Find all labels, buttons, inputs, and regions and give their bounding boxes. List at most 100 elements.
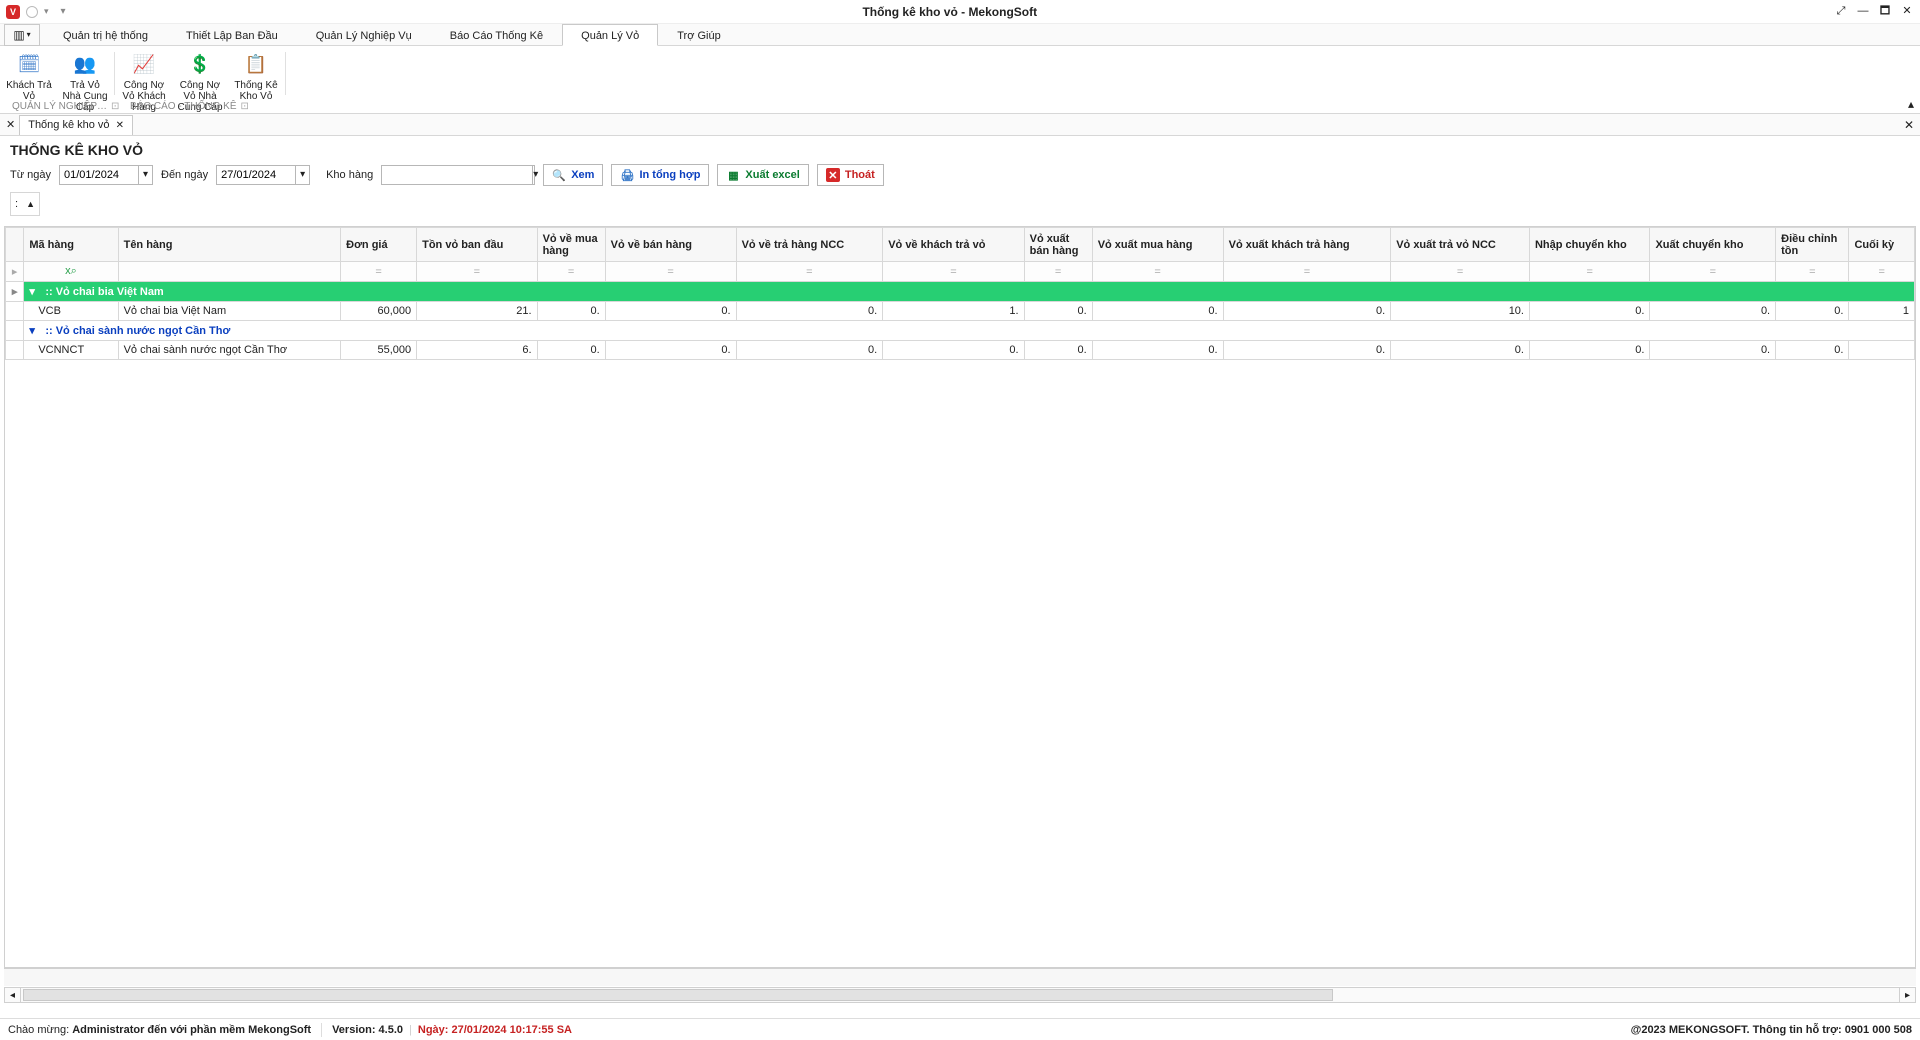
data-grid[interactable]: Mã hàng Tên hàng Đơn giá Tồn vỏ ban đầu …	[4, 226, 1916, 968]
cell[interactable]: 0.	[1776, 341, 1849, 360]
filter-cell[interactable]: =	[1024, 262, 1092, 282]
scroll-right-icon[interactable]: ▸	[1899, 988, 1915, 1002]
cell[interactable]: 0.	[537, 341, 605, 360]
menu-file-button[interactable]: ▥ ▾	[4, 24, 40, 46]
cell[interactable]: 0.	[1650, 341, 1776, 360]
filter-cell[interactable]: =	[605, 262, 736, 282]
group-expander-icon[interactable]: ▾	[29, 324, 39, 337]
grid-group-row[interactable]: ▾:: Vỏ chai sành nước ngọt Cần Thơ	[6, 321, 1915, 341]
group-cell[interactable]: ▾:: Vỏ chai sành nước ngọt Cần Thơ	[24, 321, 1915, 341]
cell-end[interactable]	[1849, 341, 1915, 360]
grid-header[interactable]: Tồn vỏ ban đầu	[417, 228, 537, 262]
tab-help[interactable]: Trợ Giúp	[658, 24, 739, 46]
view-button[interactable]: 🔍 Xem	[543, 164, 603, 186]
cell[interactable]: 0.	[883, 341, 1024, 360]
filter-cell[interactable]: =	[1391, 262, 1530, 282]
grid-header[interactable]: Điều chỉnh tồn	[1776, 228, 1849, 262]
filter-cell[interactable]: =	[1776, 262, 1849, 282]
window-close-icon[interactable]: ✕	[1900, 5, 1914, 19]
tab-operations[interactable]: Quản Lý Nghiệp Vụ	[297, 24, 431, 46]
cell-name[interactable]: Vỏ chai sành nước ngọt Cần Thơ	[118, 341, 341, 360]
grid-header[interactable]: Vỏ về mua hàng	[537, 228, 605, 262]
filter-cell[interactable]: =	[537, 262, 605, 282]
cell-price[interactable]: 55,000	[341, 341, 417, 360]
filter-cell[interactable]: =	[417, 262, 537, 282]
cell[interactable]: 0.	[1776, 302, 1849, 321]
filter-cell[interactable]: =	[1223, 262, 1391, 282]
grid-header[interactable]: Đơn giá	[341, 228, 417, 262]
grid-header[interactable]: Cuối kỳ	[1849, 228, 1915, 262]
filter-cell[interactable]	[118, 262, 341, 282]
from-date-dropdown-icon[interactable]: ▾	[138, 166, 152, 184]
grid-header[interactable]: Tên hàng	[118, 228, 341, 262]
tab-reports[interactable]: Báo Cáo Thống Kê	[431, 24, 562, 46]
filter-cell[interactable]: =	[1529, 262, 1649, 282]
to-date-input[interactable]: ▾	[216, 165, 310, 185]
grid-group-row[interactable]: ▸ ▾:: Vỏ chai bia Việt Nam	[6, 282, 1915, 302]
grid-header[interactable]: Vỏ xuất khách trả hàng	[1223, 228, 1391, 262]
grid-header[interactable]: Mã hàng	[24, 228, 118, 262]
horizontal-scrollbar[interactable]: ◂ ▸	[4, 987, 1916, 1003]
tab-setup[interactable]: Thiết Lập Ban Đầu	[167, 24, 297, 46]
cell[interactable]: 0.	[1529, 302, 1649, 321]
cell[interactable]: 0.	[1391, 341, 1530, 360]
ribbon-collapse-icon[interactable]: ▴	[1908, 97, 1914, 111]
export-excel-button[interactable]: ▦ Xuất excel	[717, 164, 808, 186]
filter-cell[interactable]: x⌕	[24, 262, 118, 282]
exit-button[interactable]: ✕ Thoát	[817, 164, 884, 186]
ribbon-group-launcher-icon[interactable]: ⊡	[111, 101, 119, 112]
pager-collapse-button[interactable]: : ▲	[10, 192, 40, 216]
cell[interactable]: 0.	[1024, 302, 1092, 321]
doc-tab-close-icon[interactable]: ✕	[116, 120, 124, 131]
cell[interactable]: 10.	[1391, 302, 1530, 321]
filter-cell[interactable]: =	[1650, 262, 1776, 282]
cell[interactable]: 0.	[537, 302, 605, 321]
filter-cell[interactable]: =	[883, 262, 1024, 282]
filter-cell[interactable]: =	[1849, 262, 1915, 282]
warehouse-dropdown-icon[interactable]: ▾	[532, 166, 538, 184]
tab-admin[interactable]: Quản trị hệ thống	[44, 24, 167, 46]
filter-cell[interactable]: =	[736, 262, 883, 282]
cell[interactable]: 0.	[1529, 341, 1649, 360]
grid-header[interactable]: Vỏ xuất mua hàng	[1092, 228, 1223, 262]
from-date-field[interactable]	[60, 166, 138, 184]
grid-header[interactable]: Vỏ xuất trả vỏ NCC	[1391, 228, 1530, 262]
cell[interactable]: 0.	[1024, 341, 1092, 360]
grid-header[interactable]: Vỏ về khách trả vỏ	[883, 228, 1024, 262]
doc-tabs-close-all-icon[interactable]: ✕	[1904, 118, 1914, 132]
doc-tab-close-leading-icon[interactable]: ✕	[6, 118, 15, 131]
cell-start[interactable]: 6.	[417, 341, 537, 360]
window-maximize-icon[interactable]: 🗖	[1878, 5, 1892, 19]
table-row[interactable]: VCNNCT Vỏ chai sành nước ngọt Cần Thơ 55…	[6, 341, 1915, 360]
quickaccess-circle-icon[interactable]	[26, 6, 38, 18]
grid-header[interactable]: Xuất chuyển kho	[1650, 228, 1776, 262]
cell-end[interactable]: 1	[1849, 302, 1915, 321]
doc-tab-active[interactable]: Thống kê kho vỏ ✕	[19, 115, 133, 135]
filter-cell[interactable]: =	[341, 262, 417, 282]
grid-filter-row[interactable]: ▸ x⌕ = = = = = = = = = = = = = =	[6, 262, 1915, 282]
cell[interactable]: 0.	[1092, 302, 1223, 321]
cell[interactable]: 0.	[605, 302, 736, 321]
cell[interactable]: 0.	[605, 341, 736, 360]
filter-cell[interactable]: =	[1092, 262, 1223, 282]
cell-price[interactable]: 60,000	[341, 302, 417, 321]
group-cell[interactable]: ▾:: Vỏ chai bia Việt Nam	[24, 282, 1915, 302]
cell[interactable]: 0.	[1092, 341, 1223, 360]
warehouse-combo[interactable]: ▾	[381, 165, 535, 185]
cell[interactable]: 0.	[1650, 302, 1776, 321]
cell[interactable]: 1.	[883, 302, 1024, 321]
group-expander-icon[interactable]: ▾	[29, 285, 39, 298]
cell[interactable]: 0.	[1223, 341, 1391, 360]
scroll-thumb[interactable]	[23, 989, 1333, 1001]
grid-header[interactable]: Vỏ về bán hàng	[605, 228, 736, 262]
cell-code[interactable]: VCNNCT	[24, 341, 118, 360]
cell-code[interactable]: VCB	[24, 302, 118, 321]
window-compact-icon[interactable]: ⤢	[1834, 5, 1848, 19]
from-date-input[interactable]: ▾	[59, 165, 153, 185]
cell-start[interactable]: 21.	[417, 302, 537, 321]
warehouse-field[interactable]	[382, 166, 532, 184]
table-row[interactable]: VCB Vỏ chai bia Việt Nam 60,000 21. 0. 0…	[6, 302, 1915, 321]
grid-header[interactable]: Vỏ về trả hàng NCC	[736, 228, 883, 262]
ribbon-group-launcher-icon[interactable]: ⊡	[241, 101, 249, 112]
window-minimize-icon[interactable]: —	[1856, 5, 1870, 19]
